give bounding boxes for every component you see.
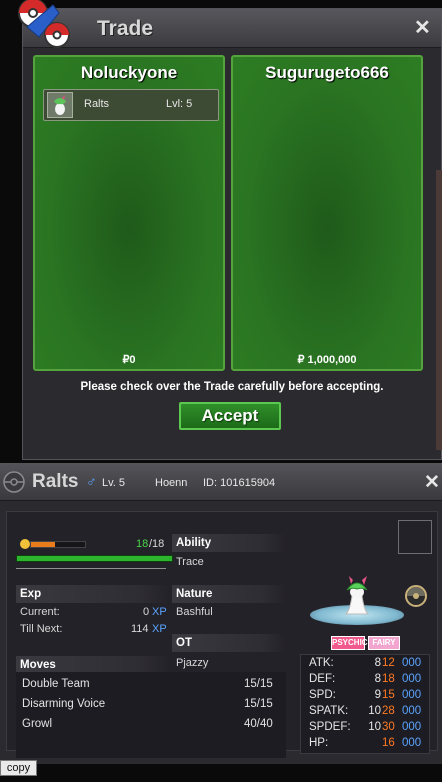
stat-label: SPD:	[309, 689, 336, 701]
move-name: Disarming Voice	[22, 698, 106, 710]
hp-bar-fill	[17, 556, 172, 561]
stat-iv: 28	[382, 705, 395, 717]
trade-warning-message: Please check over the Trade carefully be…	[80, 381, 384, 393]
exp-till-next-label: Till Next:	[20, 623, 63, 635]
exp-current-unit: XP	[152, 606, 167, 618]
trade-pokeball-logo-icon	[18, 0, 70, 48]
hp-current: 18	[136, 538, 149, 550]
copy-button[interactable]: copy	[0, 760, 37, 776]
ralts-sprite-icon	[344, 576, 370, 615]
accept-button[interactable]: Accept	[179, 402, 281, 430]
stat-row-spdef: SPDEF: 10 30 000	[309, 721, 427, 737]
trade-panel-right: Sugurugeto666 ₽ 1,000,000	[231, 55, 423, 371]
stat-ev: 000	[402, 673, 422, 685]
stats-table: ATK: 8 12 000 DEF: 8 18 000 SPD: 9 15 00…	[300, 654, 430, 754]
stat-label: SPDEF:	[309, 721, 351, 733]
exp-current-value: 0	[143, 606, 150, 618]
ot-header: OT	[172, 634, 286, 652]
stat-row-hp: HP: 16 000	[309, 737, 427, 753]
stat-label: DEF:	[309, 673, 336, 685]
stat-base: 10	[368, 721, 381, 733]
right-money: ₽ 1,000,000	[297, 354, 357, 366]
stat-base: 10	[368, 705, 381, 717]
exp-header: Exp	[16, 585, 170, 603]
exp-till-next-value: 114	[131, 623, 149, 635]
stat-iv: 15	[382, 689, 395, 701]
move-name: Growl	[22, 718, 53, 730]
left-player-name: Noluckyone	[80, 63, 178, 82]
exp-till-next-unit: XP	[152, 623, 167, 635]
stat-ev: 000	[402, 721, 422, 733]
pokeball-icon	[3, 471, 25, 493]
right-player-name: Sugurugeto666	[265, 63, 389, 82]
male-gender-icon: ♂	[86, 473, 97, 489]
move-pp: 40/40	[244, 718, 273, 730]
trade-close-icon[interactable]: ✕	[414, 18, 431, 38]
ralts-sprite-icon	[47, 92, 73, 118]
pokemon-region: Hoenn	[155, 477, 188, 489]
happiness-bar-fill	[31, 542, 56, 547]
stat-base: 8	[374, 673, 381, 685]
trade-title: Trade	[97, 17, 154, 40]
trade-panel-left: Noluckyone Ralts Lvl: 5 ₽0	[33, 55, 225, 371]
nature-value: Bashful	[176, 606, 213, 618]
offered-pokemon-slot[interactable]: Ralts Lvl: 5	[43, 89, 219, 121]
stat-iv: 30	[382, 721, 395, 733]
move-name: Double Team	[22, 678, 90, 690]
moves-list: Double Team 15/15 Disarming Voice 15/15 …	[16, 672, 286, 758]
left-money: ₽0	[122, 354, 136, 366]
background-game-strip	[436, 170, 442, 450]
happiness-face-icon	[20, 539, 30, 549]
exp-arrow-line	[16, 568, 166, 569]
trade-titlebar[interactable]: Trade ✕	[18, 0, 441, 48]
stat-ev: 000	[402, 689, 422, 701]
hp-bar	[16, 555, 173, 562]
stat-ev: 000	[402, 737, 422, 749]
type-badge-psychic: PSYCHIC	[331, 636, 368, 650]
stat-row-def: DEF: 8 18 000	[309, 673, 427, 689]
stat-ev: 000	[402, 705, 422, 717]
type-badge-fairy: FAIRY	[368, 636, 400, 650]
stat-row-spd: SPD: 9 15 000	[309, 689, 427, 705]
nature-header: Nature	[172, 585, 286, 603]
pokemon-level: Lv. 5	[102, 477, 126, 489]
ot-value: Pjazzy	[176, 657, 209, 669]
offered-pokemon-level: Lvl: 5	[166, 98, 193, 110]
info-close-icon[interactable]: ✕	[424, 473, 440, 492]
stat-ev: 000	[402, 657, 422, 669]
exp-current-label: Current:	[20, 606, 60, 618]
stat-label: SPATK:	[309, 705, 349, 717]
stat-iv: 18	[382, 673, 395, 685]
stat-iv: 16	[382, 737, 395, 749]
ability-value: Trace	[176, 556, 204, 568]
move-pp: 15/15	[244, 678, 273, 690]
hp-max: /18	[149, 538, 165, 550]
stat-row-atk: ATK: 8 12 000	[309, 657, 427, 673]
ralts-mini-icon	[54, 95, 66, 115]
pokeball-caught-icon	[405, 585, 427, 607]
stat-label: ATK:	[309, 657, 334, 669]
trade-window: Trade ✕ Noluckyone Ralts Lvl: 5 ₽0 Sugur…	[18, 0, 442, 460]
stat-row-spatk: SPATK: 10 28 000	[309, 705, 427, 721]
move-pp: 15/15	[244, 698, 273, 710]
stat-label: HP:	[309, 737, 329, 749]
happiness-bar	[30, 541, 86, 548]
ability-header: Ability	[172, 534, 286, 552]
pokemon-name: Ralts	[32, 471, 79, 492]
stat-iv: 12	[382, 657, 395, 669]
held-item-box[interactable]	[398, 520, 432, 554]
offered-pokemon-name: Ralts	[84, 98, 110, 110]
stat-base: 8	[374, 657, 381, 669]
stat-base: 9	[374, 689, 381, 701]
info-titlebar[interactable]: Ralts ♂ Lv. 5 Hoenn ID: 101615904 ✕	[0, 464, 442, 501]
pokemon-id: ID: 101615904	[203, 477, 276, 489]
